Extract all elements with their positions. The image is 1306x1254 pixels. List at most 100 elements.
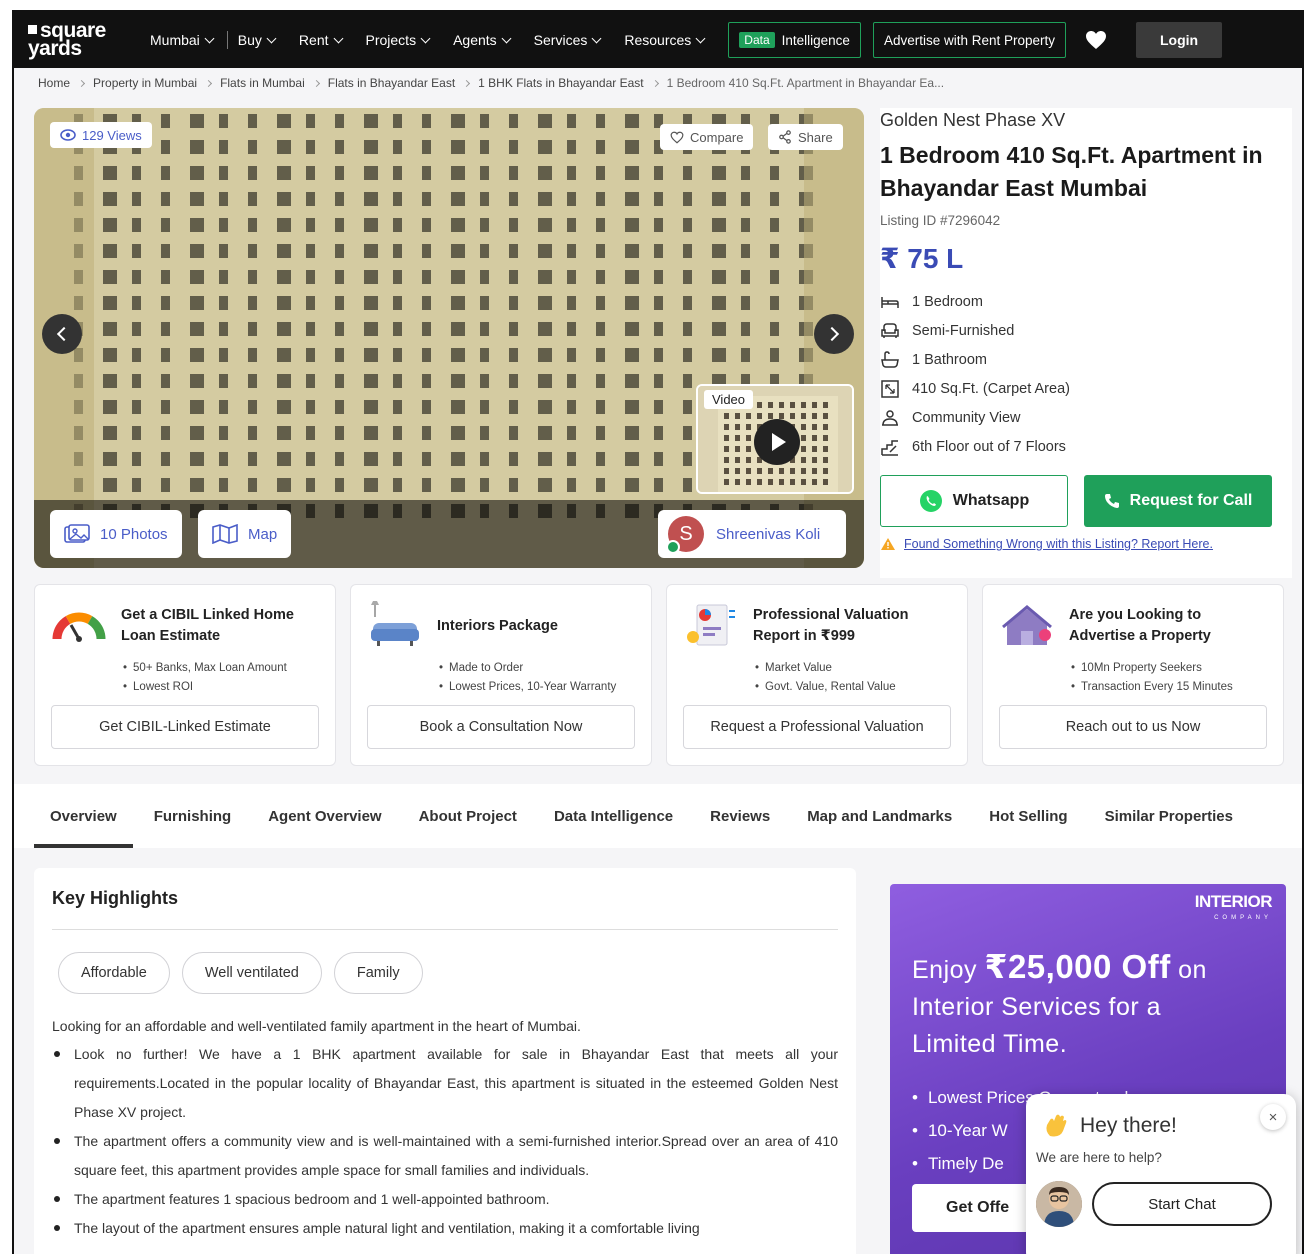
agent-chip[interactable]: S Shreenivas Koli	[658, 510, 846, 558]
interiors-card: Interiors Package Made to OrderLowest Pr…	[350, 584, 652, 766]
building-photo	[34, 108, 864, 568]
tab-overview[interactable]: Overview	[34, 784, 133, 848]
project-name[interactable]: Golden Nest Phase XV	[880, 110, 1292, 131]
nav-projects[interactable]: Projects	[366, 32, 431, 48]
property-title: 1 Bedroom 410 Sq.Ft. Apartment in Bhayan…	[880, 142, 1263, 201]
bathtub-icon	[881, 350, 899, 368]
compare-button[interactable]: Compare	[660, 124, 754, 150]
nav-agents[interactable]: Agents	[453, 32, 512, 48]
tab-data-intelligence[interactable]: Data Intelligence	[538, 784, 689, 848]
whatsapp-icon	[919, 490, 942, 512]
tab-map-landmarks[interactable]: Map and Landmarks	[791, 784, 968, 848]
reach-out-button[interactable]: Reach out to us Now	[999, 705, 1267, 749]
eye-icon	[60, 129, 76, 141]
advertise-card: Are you Looking to Advertise a Property …	[982, 584, 1284, 766]
map-label: Map	[248, 525, 278, 543]
nav-services[interactable]: Services	[534, 32, 602, 48]
data-tag: Data	[739, 32, 775, 48]
feature-view: Community View	[880, 403, 1292, 432]
highlight-chips: Affordable Well ventilated Family	[58, 952, 838, 994]
chat-greeting: Hey there!	[1042, 1112, 1288, 1140]
request-valuation-button[interactable]: Request a Professional Valuation	[683, 705, 951, 749]
chevron-down-icon	[501, 33, 512, 43]
warning-icon	[881, 538, 895, 550]
feature-floor: 6th Floor out of 7 Floors	[880, 432, 1292, 461]
breadcrumb-flats-mumbai[interactable]: Flats in Mumbai	[220, 76, 305, 90]
list-item: The apartment offers a community view an…	[52, 1127, 838, 1185]
tab-furnishing[interactable]: Furnishing	[138, 784, 248, 848]
map-icon	[212, 524, 238, 544]
list-item: The layout of the apartment ensures ampl…	[52, 1214, 838, 1243]
play-icon[interactable]	[754, 419, 800, 465]
close-icon[interactable]: ×	[1260, 1104, 1286, 1130]
chat-subtext: We are here to help?	[1036, 1150, 1162, 1165]
chat-widget: × Hey there! We are here to help? Start …	[1026, 1094, 1296, 1254]
feature-furnishing: Semi-Furnished	[880, 316, 1292, 345]
book-consultation-button[interactable]: Book a Consultation Now	[367, 705, 635, 749]
highlights-intro: Looking for an affordable and well-venti…	[52, 1018, 581, 1034]
map-button[interactable]: Map	[198, 510, 292, 558]
nav-buy[interactable]: Buy	[238, 32, 277, 48]
chevron-down-icon	[266, 33, 277, 43]
breadcrumb-1bhk[interactable]: 1 BHK Flats in Bhayandar East	[478, 76, 643, 90]
city-selector[interactable]: Mumbai	[150, 32, 215, 48]
request-call-button[interactable]: Request for Call	[1084, 475, 1272, 527]
cibil-estimate-button[interactable]: Get CIBIL-Linked Estimate	[51, 705, 319, 749]
card-title: Are you Looking to Advertise a Property	[1069, 607, 1211, 644]
tab-similar-properties[interactable]: Similar Properties	[1089, 784, 1249, 848]
breadcrumb-property-mumbai[interactable]: Property in Mumbai	[93, 76, 197, 90]
breadcrumb-home[interactable]: Home	[38, 76, 70, 90]
property-summary-panel: Golden Nest Phase XV 1 Bedroom 410 Sq.Ft…	[880, 108, 1292, 578]
video-thumbnail[interactable]: Video	[696, 384, 854, 494]
share-button[interactable]: Share	[768, 124, 843, 150]
chevron-left-icon	[56, 326, 72, 342]
tab-hot-selling[interactable]: Hot Selling	[973, 784, 1083, 848]
contact-actions: Whatsapp Request for Call	[880, 475, 1292, 527]
tab-reviews[interactable]: Reviews	[694, 784, 786, 848]
divider	[52, 929, 838, 930]
chevron-down-icon	[204, 33, 215, 43]
advertise-property-button[interactable]: Advertise with Rent Property	[872, 22, 1067, 58]
nav-rent[interactable]: Rent	[299, 32, 343, 48]
waving-hand-icon	[1046, 1114, 1067, 1137]
list-item: Look no further! We have a 1 BHK apartme…	[52, 1040, 838, 1127]
photo-gallery[interactable]: 129 Views Compare Share Video 10 Photos	[34, 108, 864, 568]
photos-icon	[64, 524, 90, 543]
breadcrumb-current: 1 Bedroom 410 Sq.Ft. Apartment in Bhayan…	[666, 76, 945, 90]
whatsapp-button[interactable]: Whatsapp	[880, 475, 1068, 527]
start-chat-button[interactable]: Start Chat	[1092, 1182, 1272, 1226]
valuation-report-icon	[687, 604, 735, 646]
photos-button[interactable]: 10 Photos	[50, 510, 182, 558]
breadcrumb-flats-bhayandar[interactable]: Flats in Bhayandar East	[328, 76, 455, 90]
feature-bedroom: 1 Bedroom	[880, 287, 1292, 316]
chip-family: Family	[333, 952, 423, 994]
property-price: ₹ 75 L	[880, 243, 964, 274]
tab-agent-overview[interactable]: Agent Overview	[252, 784, 397, 848]
interior-company-logo: INTERIOR COMPANY	[1194, 892, 1273, 921]
service-cards: Get a CIBIL Linked Home Loan Estimate 50…	[34, 584, 1284, 766]
card-title: Professional Valuation Report in ₹999	[753, 607, 909, 644]
card-point: Transaction Every 15 Minutes	[1071, 678, 1267, 697]
gallery-prev-button[interactable]	[42, 314, 82, 354]
house-advertise-icon	[1002, 605, 1052, 645]
offer-headline: Enjoy ₹25,000 Off on Interior Services f…	[912, 948, 1207, 1058]
section-tabs: Overview Furnishing Agent Overview About…	[14, 784, 1302, 848]
data-intelligence-button[interactable]: Data Intelligence	[728, 22, 861, 58]
tab-about-project[interactable]: About Project	[403, 784, 533, 848]
feature-list: 1 Bedroom Semi-Furnished 1 Bathroom 410 …	[880, 287, 1292, 461]
card-title: Interiors Package	[437, 617, 558, 634]
square-yards-logo[interactable]: square yards	[28, 20, 136, 59]
area-icon	[881, 379, 899, 398]
top-navigation-bar: square yards Mumbai Buy Rent Projects Ag…	[14, 12, 1302, 68]
report-listing-link[interactable]: Found Something Wrong with this Listing?…	[880, 537, 1292, 551]
nav-resources[interactable]: Resources	[624, 32, 706, 48]
feature-bathroom: 1 Bathroom	[880, 345, 1292, 374]
browser-frame: square yards Mumbai Buy Rent Projects Ag…	[12, 10, 1304, 1254]
agent-avatar: S	[666, 516, 704, 554]
gallery-next-button[interactable]	[814, 314, 854, 354]
login-button[interactable]: Login	[1136, 22, 1223, 58]
heart-icon[interactable]	[1084, 28, 1108, 52]
chevron-right-icon	[824, 326, 840, 342]
phone-icon	[1104, 494, 1119, 508]
listing-id: Listing ID #7296042	[880, 213, 1001, 228]
